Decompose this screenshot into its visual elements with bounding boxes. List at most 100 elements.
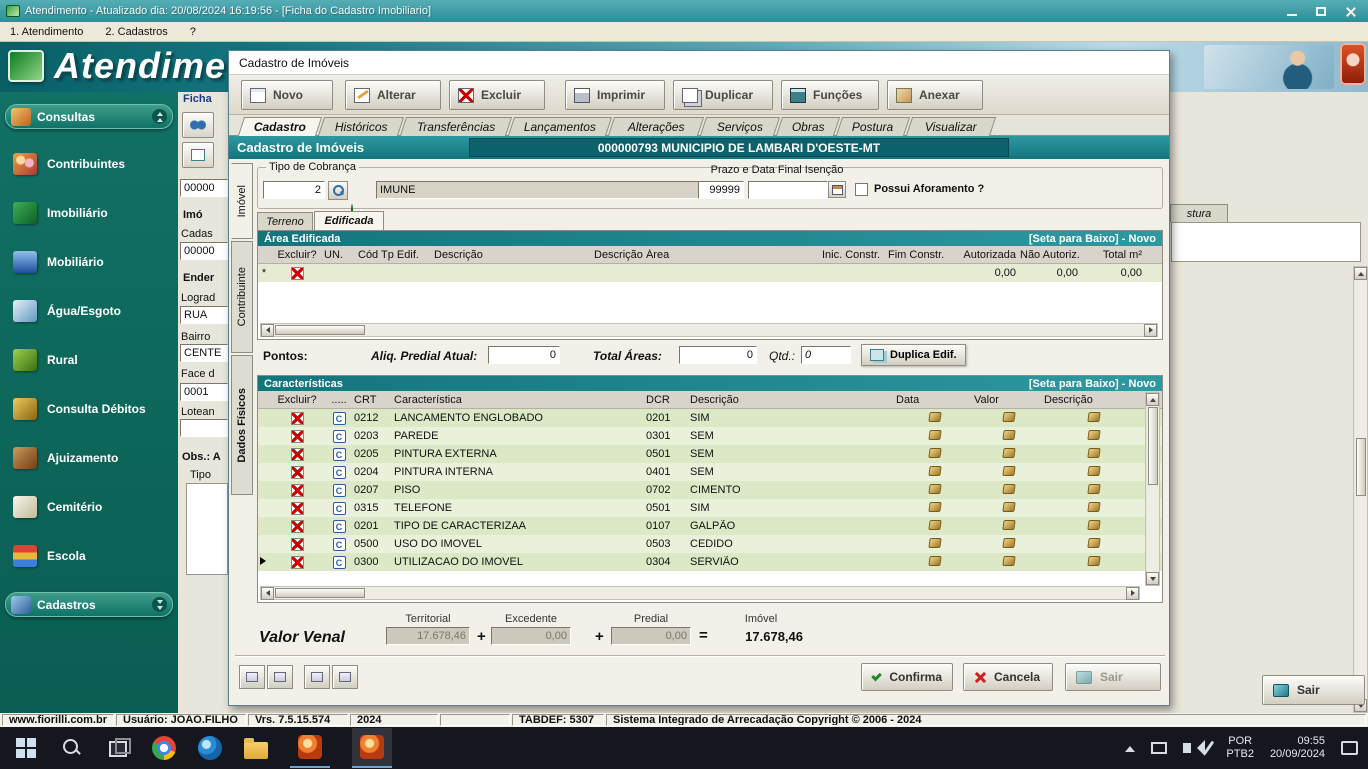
scroll-right-icon[interactable] (1126, 587, 1139, 600)
menu-help[interactable]: ? (190, 26, 196, 38)
novo-button[interactable]: Novo (241, 80, 333, 110)
delete-row-icon[interactable] (291, 466, 304, 479)
valor-value-icon[interactable] (1002, 484, 1015, 494)
caract-row[interactable]: C0207PISO0702CIMENTO (258, 481, 1162, 499)
caracteristicas-vscrollbar[interactable] (1145, 392, 1160, 586)
menu-cadastros[interactable]: 2. Cadastros (105, 26, 167, 38)
tab-transferencias[interactable]: Transferências (400, 117, 512, 136)
fiorilli-app-2[interactable] (352, 728, 392, 768)
sidebar-item-escola[interactable]: Escola (5, 542, 173, 570)
duplica-edif-button[interactable]: Duplica Edif. (861, 344, 966, 366)
alterar-button[interactable]: Alterar (345, 80, 441, 110)
clock[interactable]: 09:55 20/09/2024 (1270, 735, 1325, 761)
tipo-cobranca-descricao-input[interactable] (376, 181, 706, 199)
bg-cadastro-input[interactable] (180, 242, 228, 260)
close-button[interactable] (1338, 3, 1362, 20)
sidebar-group-cadastros[interactable]: Cadastros (5, 592, 173, 617)
caract-row[interactable]: C0315TELEFONE0501SIM (258, 499, 1162, 517)
total-areas-input[interactable] (679, 346, 757, 364)
collapse-chevron-icon[interactable] (152, 109, 167, 124)
delete-row-icon[interactable] (291, 448, 304, 461)
bg-logradouro-input[interactable] (180, 306, 228, 324)
volume-icon[interactable] (1183, 743, 1191, 753)
tab-terreno[interactable]: Terreno (257, 212, 313, 230)
tray-expand-icon[interactable] (1125, 741, 1135, 752)
lookup-button[interactable] (328, 181, 348, 200)
fiorilli-app-1[interactable] (290, 728, 330, 768)
descricao-value-icon[interactable] (1087, 466, 1100, 476)
sidebar-item-agua-esgoto[interactable]: Água/Esgoto (5, 297, 173, 325)
funcoes-button[interactable]: Funções (781, 80, 879, 110)
caract-row-selected[interactable]: C0300UTILIZACAO DO IMOVEL0304SERVIÃO (258, 553, 1162, 571)
notification-center-icon[interactable] (1341, 741, 1358, 755)
bg-search-button[interactable] (182, 112, 214, 138)
scroll-up-icon[interactable] (1354, 267, 1367, 280)
duplicar-button[interactable]: Duplicar (673, 80, 773, 110)
tab-visualizar[interactable]: Visualizar (906, 117, 996, 136)
minimize-button[interactable] (1280, 3, 1304, 20)
sidebar-item-rural[interactable]: Rural (5, 346, 173, 374)
bg-bairro-input[interactable] (180, 344, 228, 362)
descricao-value-icon[interactable] (1087, 430, 1100, 440)
scroll-left-icon[interactable] (261, 324, 274, 337)
sair-button[interactable]: Sair (1065, 663, 1161, 691)
valor-value-icon[interactable] (1002, 538, 1015, 548)
bg-tipo-list[interactable] (186, 483, 228, 575)
data-value-icon[interactable] (928, 466, 941, 476)
descricao-value-icon[interactable] (1087, 556, 1100, 566)
chrome-icon[interactable] (152, 736, 176, 760)
caract-row[interactable]: C0500USO DO IMOVEL0503CEDIDO (258, 535, 1162, 553)
qtd-input[interactable] (801, 346, 851, 364)
confirma-button[interactable]: Confirma (861, 663, 953, 691)
valor-value-icon[interactable] (1002, 556, 1015, 566)
anexar-button[interactable]: Anexar (887, 80, 983, 110)
descricao-value-icon[interactable] (1087, 520, 1100, 530)
tab-postura[interactable]: Postura (836, 117, 910, 136)
caract-row[interactable]: C0205PINTURA EXTERNA0501SEM (258, 445, 1162, 463)
cancela-button[interactable]: Cancela (963, 663, 1053, 691)
delete-row-icon[interactable] (291, 520, 304, 533)
nav-last-button[interactable] (332, 665, 358, 689)
sidebar-item-contribuintes[interactable]: Contribuintes (5, 150, 173, 178)
aforamento-checkbox[interactable] (855, 183, 868, 196)
tab-edificada[interactable]: Edificada (314, 211, 384, 230)
descricao-value-icon[interactable] (1087, 484, 1100, 494)
caract-row[interactable]: C0204PINTURA INTERNA0401SEM (258, 463, 1162, 481)
sidebar-item-cemiterio[interactable]: Cemitério (5, 493, 173, 521)
sidebar-item-consulta-debitos[interactable]: Consulta Débitos (5, 395, 173, 423)
dialog-titlebar[interactable]: Cadastro de Imóveis (229, 51, 1169, 75)
bg-grid-button[interactable] (182, 142, 214, 168)
bg-vscrollbar[interactable] (1353, 266, 1368, 713)
nav-first-button[interactable] (239, 665, 265, 689)
tab-lancamentos[interactable]: Lançamentos (508, 117, 612, 136)
sidebar-item-mobiliario[interactable]: Mobiliário (5, 248, 173, 276)
delete-row-icon[interactable] (291, 430, 304, 443)
taskbar-search-icon[interactable] (60, 736, 84, 760)
maximize-button[interactable] (1309, 3, 1333, 20)
scroll-right-icon[interactable] (1144, 324, 1157, 337)
valor-value-icon[interactable] (1002, 430, 1015, 440)
tab-cadastro[interactable]: Cadastro (238, 117, 322, 136)
valor-value-icon[interactable] (1002, 502, 1015, 512)
delete-row-icon[interactable] (291, 412, 304, 425)
scroll-thumb[interactable] (1148, 407, 1158, 485)
tab-historicos[interactable]: Históricos (318, 117, 404, 136)
delete-row-icon[interactable] (291, 538, 304, 551)
menu-atendimento[interactable]: 1. Atendimento (10, 26, 83, 38)
bg-tab-postura[interactable]: stura (1170, 204, 1228, 222)
vtab-contribuinte[interactable]: Contribuinte (231, 241, 253, 353)
start-button[interactable] (14, 736, 38, 760)
data-final-input[interactable] (748, 181, 828, 199)
edge-icon[interactable] (198, 736, 222, 760)
data-value-icon[interactable] (928, 412, 941, 422)
bg-sair-button[interactable]: Sair (1262, 675, 1365, 705)
scroll-down-icon[interactable] (1146, 572, 1159, 585)
caract-row[interactable]: C0212LANCAMENTO ENGLOBADO0201SIM (258, 409, 1162, 427)
descricao-value-icon[interactable] (1087, 502, 1100, 512)
delete-row-icon[interactable] (291, 502, 304, 515)
language-indicator[interactable]: POR PTB2 (1226, 735, 1254, 761)
aliq-predial-input[interactable] (488, 346, 560, 364)
bg-face-input[interactable] (180, 383, 228, 401)
data-value-icon[interactable] (928, 484, 941, 494)
prazo-input[interactable] (698, 181, 744, 199)
